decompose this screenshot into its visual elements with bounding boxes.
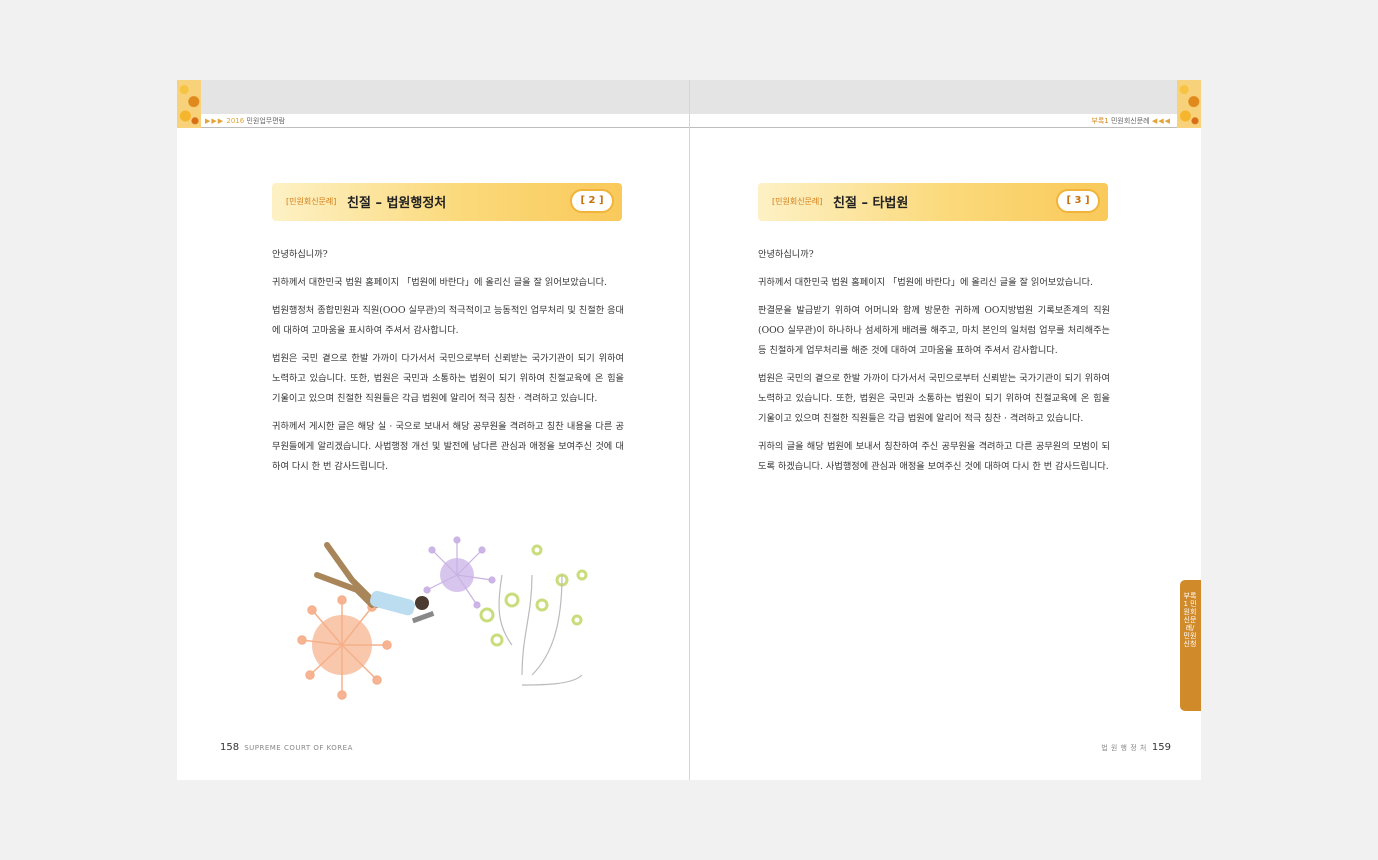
section-title: 친절 – 법원행정처 [347, 196, 447, 211]
section-number-badge: [ 2 ] [570, 189, 614, 213]
letter-body: 안녕하십니까? 귀하께서 대한민국 법원 홈페이지 「법원에 바란다」에 올리신… [758, 245, 1110, 485]
paragraph: 귀하께서 대한민국 법원 홈페이지 「법원에 바란다」에 올리신 글을 잘 읽어… [758, 277, 1093, 288]
chapter-side-tab: 부록1 민원회신문례/민원신청 [1180, 580, 1201, 711]
page-number: 159 [1151, 742, 1171, 753]
running-head-year: 2016 [226, 117, 245, 125]
footer-subtitle: 법 원 행 정 처 [1101, 744, 1147, 752]
running-head-title: 민원회신문례 [1110, 117, 1150, 125]
paragraph: 판결문을 발급받기 위하여 어머니와 함께 방문한 귀하께 OO지방법원 기록보… [758, 305, 1110, 356]
paragraph: 법원은 국민의 곁으로 한발 가까이 다가서서 국민으로부터 신뢰받는 국가기관… [758, 373, 1110, 424]
paragraph: 귀하께서 대한민국 법원 홈페이지 「법원에 바란다」에 올리신 글을 잘 읽어… [272, 277, 607, 288]
illustration-person-flying-laptop [297, 536, 588, 700]
section-title-bar: [민원회신문례] 친절 – 법원행정처 [ 2 ] [272, 183, 622, 221]
side-tab-label: 부록1 민원회신문례/민원신청 [1183, 592, 1197, 648]
section-category: [민원회신문례] [772, 197, 823, 206]
arrow-icons: ◀◀◀ [1151, 117, 1171, 125]
flower-corner-decoration [177, 80, 201, 128]
section-category: [민원회신문례] [286, 197, 337, 206]
page-footer: 158 SUPREME COURT OF KOREA [220, 735, 353, 754]
running-head: 부록1 민원회신문례 ◀◀◀ [1091, 116, 1171, 126]
header-band [690, 80, 1201, 114]
book-spread: ▶▶▶ 2016 민원업무편람 [민원회신문례] 친절 – 법원행정처 [ 2 … [177, 80, 1201, 780]
right-page: 부록1 민원회신문례 ◀◀◀ [민원회신문례] 친절 – 타법원 [ 3 ] 안… [689, 80, 1201, 780]
page-footer: 법 원 행 정 처 159 [1101, 735, 1171, 754]
section-number-badge: [ 3 ] [1056, 189, 1100, 213]
running-head: ▶▶▶ 2016 민원업무편람 [205, 116, 285, 126]
paragraph: 안녕하십니까? [758, 249, 814, 260]
footer-subtitle: SUPREME COURT OF KOREA [244, 744, 353, 752]
letter-body: 안녕하십니까? 귀하께서 대한민국 법원 홈페이지 「법원에 바란다」에 올리신… [272, 245, 624, 485]
header-band [177, 80, 689, 114]
flower-corner-decoration [1177, 80, 1201, 128]
paragraph: 귀하께서 게시한 글은 해당 실 · 국으로 보내서 해당 공무원을 격려하고 … [272, 421, 624, 472]
paragraph: 법원은 국민 곁으로 한발 가까이 다가서서 국민으로부터 신뢰받는 국가기관이… [272, 353, 624, 404]
paragraph: 법원행정처 종합민원과 직원(OOO 실무관)의 적극적이고 능동적인 업무처리… [272, 305, 624, 336]
paragraph: 귀하의 글을 해당 법원에 보내서 칭찬하여 주신 공무원을 격려하고 다른 공… [758, 441, 1110, 472]
arrow-icons: ▶▶▶ [205, 117, 225, 125]
left-page: ▶▶▶ 2016 민원업무편람 [민원회신문례] 친절 – 법원행정처 [ 2 … [177, 80, 689, 780]
page-number: 158 [220, 742, 240, 753]
running-head-part: 부록1 [1091, 117, 1109, 125]
paragraph: 안녕하십니까? [272, 249, 328, 260]
running-head-title: 민원업무편람 [246, 117, 286, 125]
section-title: 친절 – 타법원 [833, 196, 909, 211]
section-title-bar: [민원회신문례] 친절 – 타법원 [ 3 ] [758, 183, 1108, 221]
